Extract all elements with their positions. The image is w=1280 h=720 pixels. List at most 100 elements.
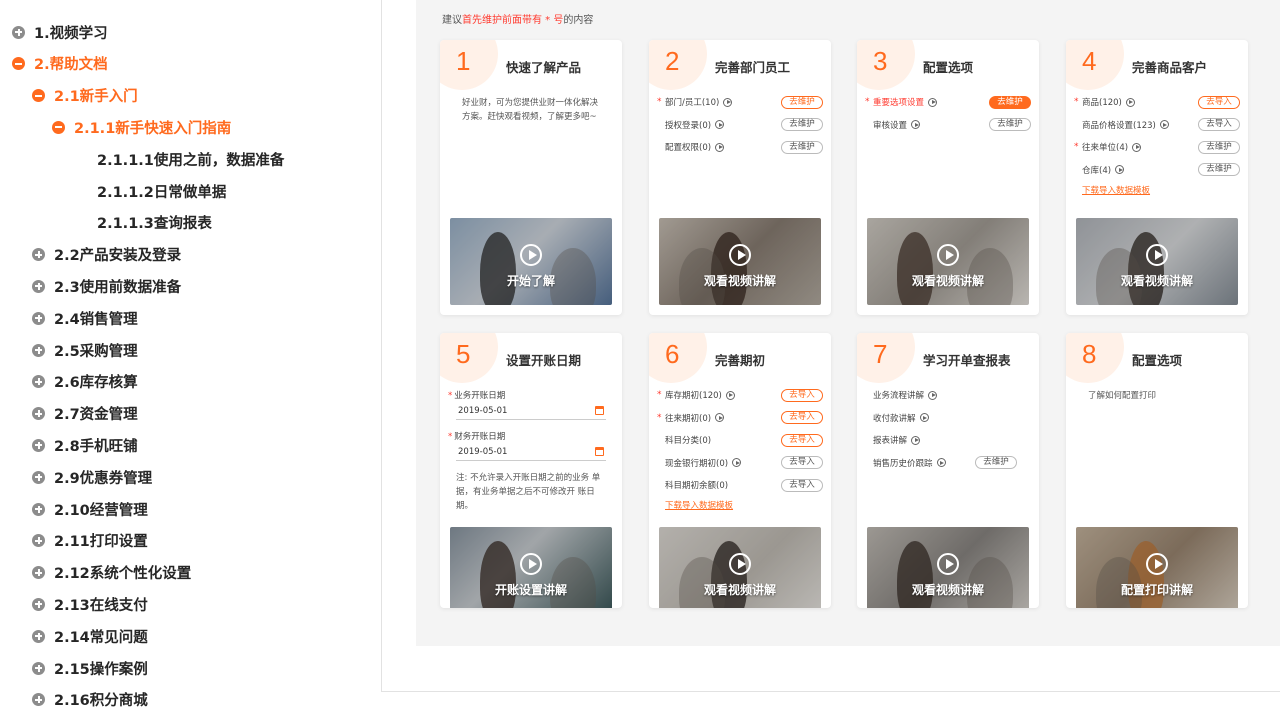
- play-circle-icon[interactable]: [1132, 142, 1142, 152]
- sidebar-item[interactable]: 2.16积分商城: [32, 688, 148, 712]
- plus-circle-icon[interactable]: [32, 502, 45, 516]
- maintain-button[interactable]: 去导入: [781, 388, 823, 402]
- maintain-button[interactable]: 去维护: [1198, 163, 1240, 176]
- play-circle-icon[interactable]: [928, 390, 938, 400]
- video-thumbnail[interactable]: 观看视频讲解: [659, 527, 821, 608]
- setting-label[interactable]: 往来单位(4): [1082, 141, 1128, 153]
- play-circle-icon[interactable]: [520, 244, 542, 266]
- maintain-button[interactable]: 去维护: [989, 95, 1031, 109]
- play-circle-icon[interactable]: [1159, 120, 1169, 129]
- maintain-button[interactable]: 去导入: [781, 456, 823, 469]
- play-circle-icon[interactable]: [1125, 97, 1135, 107]
- sidebar-item[interactable]: 1.视频学习: [12, 20, 108, 44]
- setting-label[interactable]: 业务流程讲解: [873, 389, 924, 401]
- sidebar-item[interactable]: 2.帮助文档: [12, 52, 108, 76]
- sidebar-item[interactable]: 2.5采购管理: [32, 338, 138, 362]
- setting-row[interactable]: * 往来期初(0) 去导入: [657, 410, 823, 426]
- plus-circle-icon[interactable]: [32, 279, 45, 293]
- plus-circle-icon[interactable]: [32, 248, 45, 262]
- plus-circle-icon[interactable]: [32, 534, 45, 548]
- setting-row[interactable]: * 商品(120) 去导入: [1074, 94, 1240, 110]
- sidebar-item[interactable]: 2.12系统个性化设置: [32, 561, 191, 585]
- sidebar-item[interactable]: 2.7资金管理: [32, 402, 138, 426]
- setting-label[interactable]: 审核设置: [873, 119, 907, 131]
- video-thumbnail[interactable]: 观看视频讲解: [659, 218, 821, 305]
- setting-label[interactable]: 往来期初(0): [665, 412, 711, 424]
- plus-circle-icon[interactable]: [32, 693, 45, 707]
- sidebar-item[interactable]: 2.15操作案例: [32, 656, 148, 680]
- setting-row[interactable]: *报表讲解: [865, 432, 1031, 448]
- download-template-link[interactable]: 下载导入数据模板: [665, 499, 733, 511]
- play-circle-icon[interactable]: [919, 413, 929, 422]
- plus-circle-icon[interactable]: [12, 25, 25, 39]
- play-circle-icon[interactable]: [715, 142, 725, 152]
- setting-row[interactable]: *审核设置 去维护: [865, 117, 1031, 133]
- play-circle-icon[interactable]: [520, 553, 542, 575]
- play-circle-icon[interactable]: [911, 435, 921, 445]
- setting-row[interactable]: * 库存期初(120) 去导入: [657, 387, 823, 403]
- play-circle-icon[interactable]: [725, 390, 735, 400]
- sidebar-item[interactable]: 2.8手机旺铺: [32, 433, 138, 457]
- plus-circle-icon[interactable]: [32, 343, 45, 357]
- setting-row[interactable]: * 往来单位(4) 去维护: [1074, 139, 1240, 155]
- date-input[interactable]: 2019-05-01: [456, 405, 606, 420]
- sidebar-item[interactable]: 2.1新手入门: [32, 84, 138, 108]
- plus-circle-icon[interactable]: [32, 407, 45, 421]
- setting-label[interactable]: 库存期初(120): [665, 389, 722, 401]
- maintain-button[interactable]: 去维护: [1198, 140, 1240, 154]
- setting-label[interactable]: 商品价格设置(123): [1082, 119, 1156, 131]
- maintain-button[interactable]: 去维护: [781, 95, 823, 109]
- setting-label[interactable]: 销售历史价跟踪: [873, 457, 933, 469]
- setting-label[interactable]: 仓库(4): [1082, 164, 1111, 176]
- setting-row[interactable]: *销售历史价跟踪 去维护: [865, 455, 1031, 471]
- sidebar-item[interactable]: 2.11打印设置: [32, 529, 148, 553]
- sidebar-item[interactable]: 2.13在线支付: [32, 592, 148, 616]
- play-circle-icon[interactable]: [911, 120, 921, 129]
- video-thumbnail[interactable]: 配置打印讲解: [1076, 527, 1238, 608]
- video-thumbnail[interactable]: 观看视频讲解: [867, 218, 1029, 305]
- setting-row[interactable]: * 重要选项设置 去维护: [865, 94, 1031, 110]
- setting-row[interactable]: * 部门/员工(10) 去维护: [657, 94, 823, 110]
- setting-row[interactable]: *科目分类(0) 去导入: [657, 432, 823, 448]
- plus-circle-icon[interactable]: [32, 375, 45, 389]
- play-circle-icon[interactable]: [1146, 553, 1168, 575]
- setting-label[interactable]: 授权登录(0): [665, 119, 711, 131]
- play-circle-icon[interactable]: [723, 97, 733, 107]
- sidebar-item[interactable]: 2.1.1.1使用之前，数据准备: [97, 147, 284, 171]
- maintain-button[interactable]: 去维护: [989, 118, 1031, 131]
- maintain-button[interactable]: 去维护: [781, 140, 823, 154]
- setting-label[interactable]: 商品(120): [1082, 96, 1122, 108]
- play-circle-icon[interactable]: [937, 553, 959, 575]
- play-circle-icon[interactable]: [732, 458, 742, 467]
- setting-row[interactable]: *配置权限(0) 去维护: [657, 139, 823, 155]
- maintain-button[interactable]: 去导入: [781, 478, 823, 492]
- sidebar-item[interactable]: 2.6库存核算: [32, 370, 138, 394]
- video-thumbnail[interactable]: 开账设置讲解: [450, 527, 612, 608]
- maintain-button[interactable]: 去导入: [1198, 118, 1240, 131]
- setting-row[interactable]: *授权登录(0) 去维护: [657, 117, 823, 133]
- plus-circle-icon[interactable]: [32, 438, 45, 452]
- calendar-icon[interactable]: [595, 447, 604, 456]
- setting-row[interactable]: *商品价格设置(123) 去导入: [1074, 117, 1240, 133]
- video-thumbnail[interactable]: 观看视频讲解: [867, 527, 1029, 608]
- play-circle-icon[interactable]: [729, 553, 751, 575]
- date-input[interactable]: 2019-05-01: [456, 446, 606, 461]
- plus-circle-icon[interactable]: [32, 661, 45, 675]
- minus-circle-icon[interactable]: [32, 89, 45, 103]
- maintain-button[interactable]: 去导入: [781, 433, 823, 447]
- minus-circle-icon[interactable]: [52, 120, 65, 134]
- sidebar-item[interactable]: 2.1.1.3查询报表: [97, 211, 212, 235]
- plus-circle-icon[interactable]: [32, 566, 45, 580]
- play-circle-icon[interactable]: [928, 97, 938, 107]
- play-circle-icon[interactable]: [1115, 165, 1125, 174]
- setting-label[interactable]: 重要选项设置: [873, 96, 924, 108]
- video-thumbnail[interactable]: 观看视频讲解: [1076, 218, 1238, 305]
- plus-circle-icon[interactable]: [32, 470, 45, 484]
- setting-label[interactable]: 科目分类(0): [665, 434, 711, 446]
- setting-row[interactable]: *现金银行期初(0) 去导入: [657, 455, 823, 471]
- setting-label[interactable]: 报表讲解: [873, 434, 907, 446]
- sidebar-item[interactable]: 2.1.1.2日常做单据: [97, 179, 226, 203]
- calendar-icon[interactable]: [595, 406, 604, 415]
- maintain-button[interactable]: 去导入: [781, 411, 823, 424]
- setting-row[interactable]: *业务流程讲解: [865, 387, 1031, 403]
